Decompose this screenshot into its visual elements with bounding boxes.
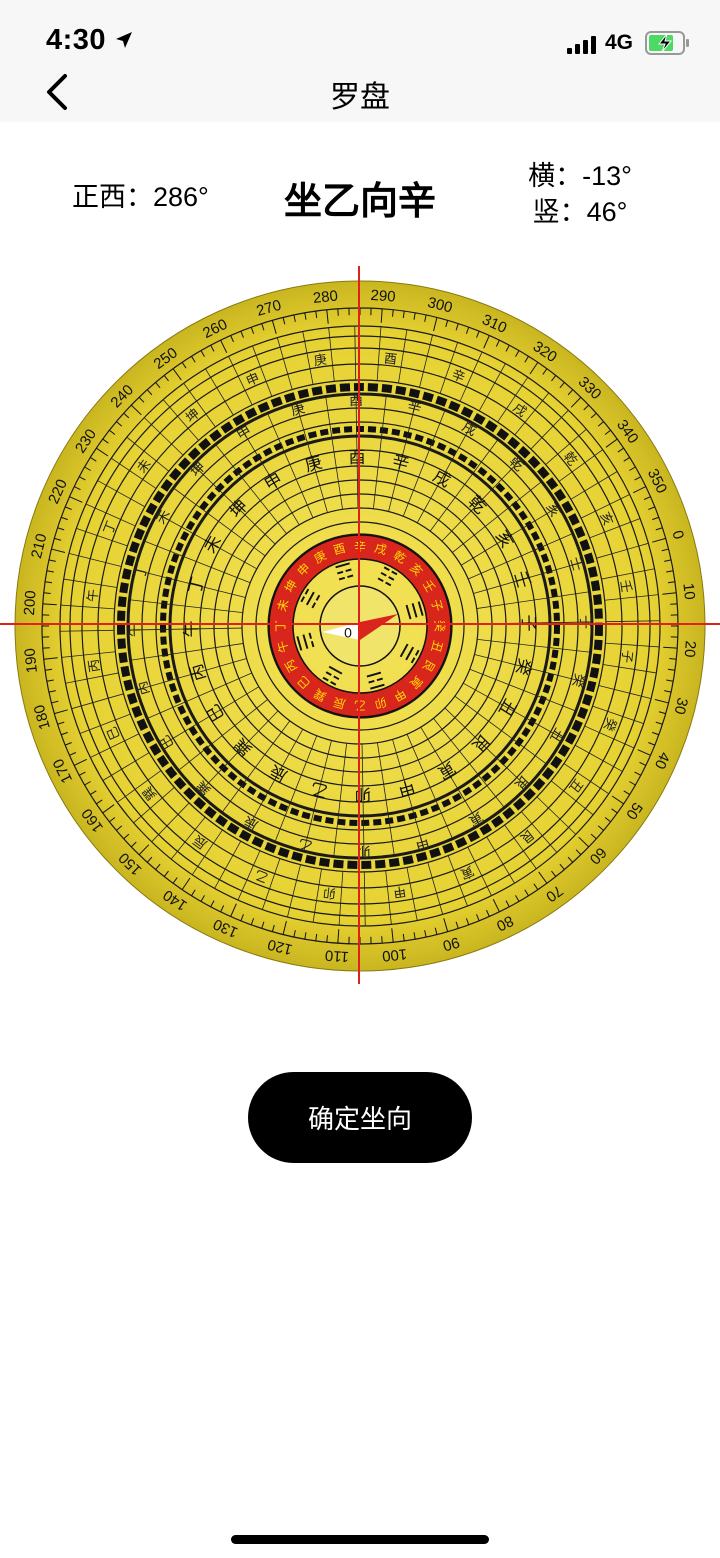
degree-label: 100 (381, 945, 408, 965)
mountain-label: 午 (127, 623, 143, 637)
red-ring-label: 癸 (433, 620, 447, 632)
red-ring-label: 丁 (274, 620, 288, 632)
degree-label: 280 (312, 288, 339, 308)
crosshair-horizontal (0, 623, 720, 625)
degree-label: 110 (324, 946, 349, 965)
status-bar: 4:30 4G (0, 0, 720, 62)
horizontal-tilt: 横：-13° (528, 161, 632, 191)
mountain-label: 子 (618, 649, 634, 664)
mountain-label: 酉 (383, 352, 398, 368)
center-label: 0 (344, 625, 352, 641)
network-type: 4G (605, 31, 634, 54)
mountain-label: 卯 (354, 784, 371, 804)
tilt-readout: 横：-13° 竖：46° (500, 158, 660, 230)
status-time: 4:30 (46, 24, 107, 56)
degree-label: 10 (679, 582, 698, 600)
mountain-label: 壬 (617, 579, 634, 594)
red-ring-label: 辛 (354, 540, 366, 554)
signal-icon (567, 36, 596, 54)
luopan-compass[interactable]: 0102030405060708090100110120130140150160… (14, 280, 706, 972)
degree-label: 20 (681, 640, 699, 658)
direction-readout: 正西：286° (72, 182, 209, 212)
degree-label: 290 (370, 287, 396, 306)
location-arrow-icon (116, 32, 132, 48)
page-title: 罗盘 (330, 81, 390, 114)
crosshair-vertical (358, 266, 360, 984)
battery-charging-icon (645, 31, 689, 55)
mountain-label: 甲 (392, 883, 407, 900)
mountain-label: 酉 (349, 393, 363, 409)
red-ring-label: 乙 (354, 699, 366, 713)
degree-label: 190 (22, 647, 42, 674)
degree-label: 200 (21, 590, 40, 616)
nav-bar: 罗盘 (0, 62, 720, 122)
mountain-label: 庚 (313, 352, 328, 370)
mountain-label: 丙 (87, 658, 104, 673)
vertical-tilt: 竖：46° (532, 197, 628, 227)
confirm-orientation-button[interactable]: 确定坐向 (248, 1072, 472, 1163)
home-indicator (231, 1535, 489, 1544)
mountain-label: 卯 (322, 884, 337, 900)
mountain-label: 午 (86, 588, 102, 603)
